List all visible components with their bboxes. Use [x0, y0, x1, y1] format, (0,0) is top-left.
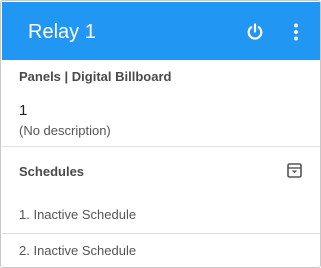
- relay-description: (No description): [19, 123, 111, 138]
- card-header: Relay 1: [2, 2, 320, 60]
- card-subtitle: Panels | Digital Billboard: [19, 69, 172, 84]
- power-icon[interactable]: [245, 22, 265, 42]
- schedule-item[interactable]: 2. Inactive Schedule: [19, 243, 136, 258]
- more-vert-icon[interactable]: [286, 22, 306, 42]
- archive-icon[interactable]: [287, 163, 302, 178]
- schedule-item[interactable]: 1. Inactive Schedule: [19, 207, 136, 222]
- relay-number: 1: [19, 102, 28, 119]
- card-title: Relay 1: [28, 21, 96, 43]
- schedules-title: Schedules: [19, 164, 85, 179]
- divider: [2, 146, 320, 147]
- relay-card: Relay 1 Panels | Digital Billboard 1 (No…: [0, 0, 321, 268]
- divider: [2, 233, 320, 234]
